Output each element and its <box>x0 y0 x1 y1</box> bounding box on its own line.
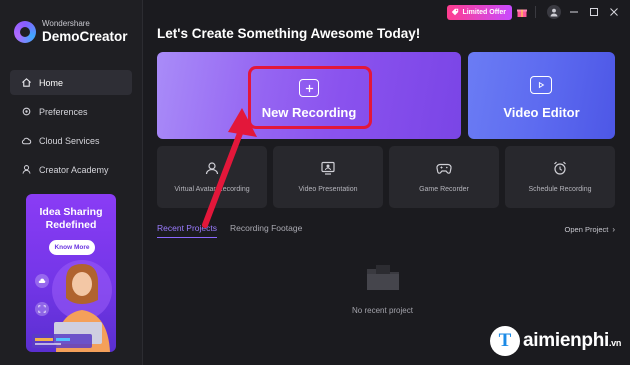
democreator-logo-icon <box>14 20 36 43</box>
sidebar-nav: Home Preferences Cloud Services Creator … <box>10 70 132 186</box>
sidebar: Wondershare DemoCreator Home Preferences… <box>0 0 143 365</box>
gift-icon[interactable] <box>515 5 529 20</box>
empty-folder-icon <box>367 265 399 290</box>
avatar-icon <box>204 160 220 176</box>
presentation-icon <box>320 160 336 176</box>
sidebar-item-label: Home <box>39 77 64 88</box>
play-icon <box>530 76 552 94</box>
know-more-button[interactable]: Know More <box>49 240 95 255</box>
page-title: Let's Create Something Awesome Today! <box>157 26 421 41</box>
open-project-link[interactable]: Open Project › <box>565 225 615 234</box>
alarm-clock-icon <box>552 160 568 176</box>
video-editor-label: Video Editor <box>503 105 580 120</box>
app-logo: Wondershare DemoCreator <box>14 20 128 44</box>
sidebar-item-label: Cloud Services <box>39 135 100 146</box>
minimize-icon <box>570 11 578 13</box>
sale-tag-icon <box>452 8 459 16</box>
empty-state-text: No recent project <box>352 306 413 315</box>
gamepad-icon <box>436 160 452 176</box>
camera-frame-icon <box>35 302 49 316</box>
academy-icon <box>20 164 32 176</box>
chevron-right-icon: › <box>612 225 615 234</box>
watermark-text: aimienphi.vn <box>523 330 622 351</box>
limited-offer-button[interactable]: Limited Offer <box>447 4 512 20</box>
promo-title: Idea Sharing Redefined <box>39 206 103 232</box>
account-button[interactable] <box>546 4 562 20</box>
tile-game-recorder[interactable]: Game Recorder <box>389 146 499 208</box>
top-bar: Limited Offer <box>447 4 622 20</box>
tile-schedule-recording[interactable]: Schedule Recording <box>505 146 615 208</box>
sidebar-item-home[interactable]: Home <box>10 70 132 95</box>
project-tabs: Recent Projects Recording Footage <box>157 223 315 238</box>
sidebar-item-label: Preferences <box>39 106 88 117</box>
maximize-button[interactable] <box>586 4 602 20</box>
cloud-upload-icon <box>35 274 49 288</box>
tile-virtual-avatar-recording[interactable]: Virtual Avatar Recording <box>157 146 267 208</box>
open-project-label: Open Project <box>564 225 609 234</box>
promo-banner[interactable]: Idea Sharing Redefined Know More <box>26 194 116 352</box>
divider <box>535 6 536 18</box>
tile-label: Schedule Recording <box>528 186 592 193</box>
tile-label: Virtual Avatar Recording <box>174 186 250 193</box>
close-icon <box>610 8 618 16</box>
tile-label: Game Recorder <box>419 186 469 193</box>
sidebar-item-cloud-services[interactable]: Cloud Services <box>10 128 132 153</box>
close-button[interactable] <box>606 4 622 20</box>
tile-video-presentation[interactable]: Video Presentation <box>273 146 383 208</box>
sidebar-item-preferences[interactable]: Preferences <box>10 99 132 124</box>
brand-small: Wondershare <box>42 19 90 28</box>
tab-recording-footage[interactable]: Recording Footage <box>230 223 302 238</box>
limited-offer-label: Limited Offer <box>462 8 506 16</box>
brand-main: DemoCreator <box>42 29 128 44</box>
sidebar-item-label: Creator Academy <box>39 164 109 175</box>
highlight-box <box>248 66 372 129</box>
video-editor-card[interactable]: Video Editor <box>468 52 615 139</box>
sidebar-item-creator-academy[interactable]: Creator Academy <box>10 157 132 182</box>
tile-label: Video Presentation <box>298 186 358 193</box>
watermark-logo: T <box>490 326 520 356</box>
cloud-icon <box>20 135 32 147</box>
tab-recent-projects[interactable]: Recent Projects <box>157 223 217 238</box>
minimize-button[interactable] <box>566 4 582 20</box>
watermark: T aimienphi.vn <box>490 326 621 356</box>
settings-icon <box>20 106 32 118</box>
home-icon <box>20 77 32 89</box>
user-avatar-icon <box>547 5 561 19</box>
maximize-icon <box>590 8 598 16</box>
